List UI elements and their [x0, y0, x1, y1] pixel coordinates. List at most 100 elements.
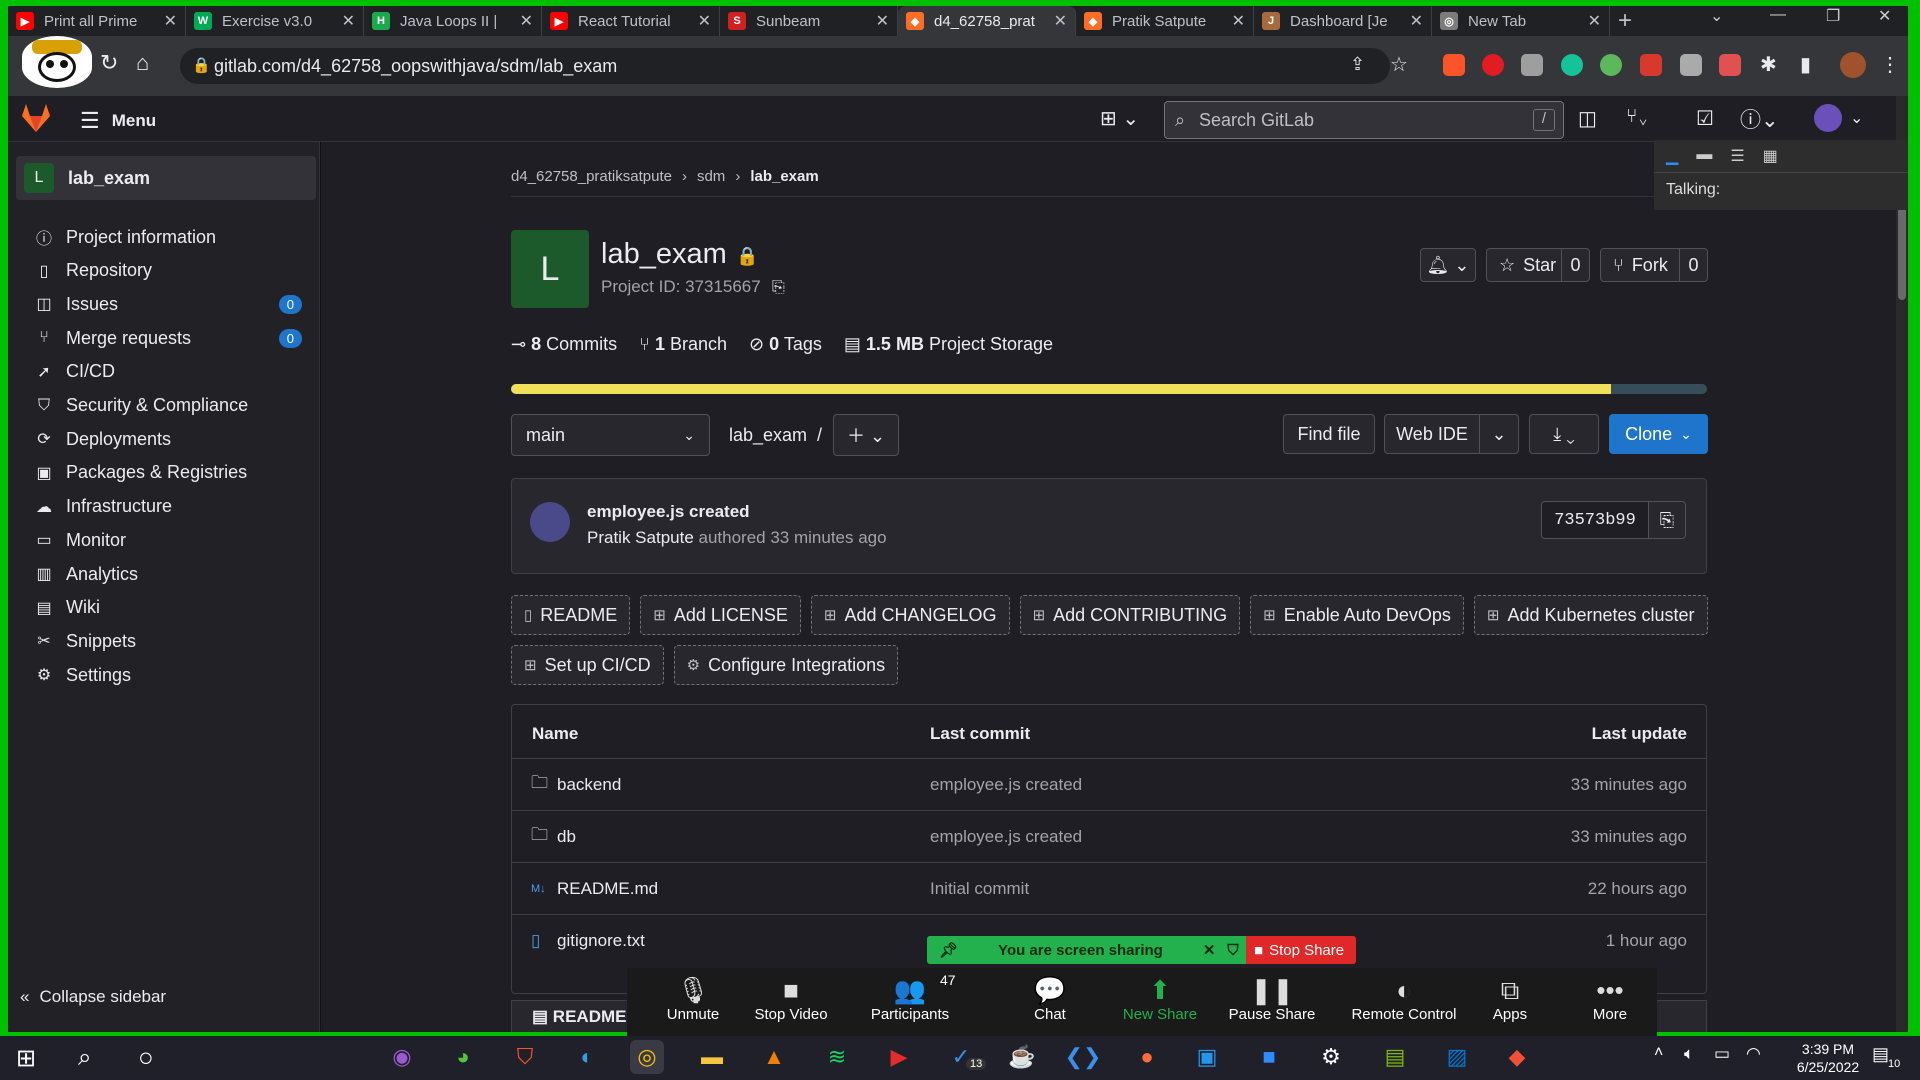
new-tab-button[interactable]: +: [1610, 6, 1640, 36]
taskbar-search-icon[interactable]: ⌕: [78, 1044, 91, 1072]
breadcrumb-group[interactable]: d4_62758_pratiksatpute: [511, 168, 672, 185]
settings-gear-icon[interactable]: ⚙: [1314, 1040, 1348, 1074]
sidebar-item-ci-cd[interactable]: ➚ CI/CD: [16, 353, 316, 391]
tor-icon[interactable]: ◉: [385, 1040, 419, 1074]
breadcrumb-subgroup[interactable]: sdm: [697, 168, 725, 185]
chrome-menu-icon[interactable]: ⋮: [1880, 52, 1900, 77]
windows-start-icon[interactable]: ⊞: [16, 1044, 36, 1073]
browser-tab[interactable]: ▶ React Tutorial ✕: [542, 6, 720, 36]
tab-close-icon[interactable]: ✕: [1232, 11, 1245, 31]
search-input[interactable]: ⌕ Search GitLab /: [1164, 101, 1564, 139]
docker-icon[interactable]: ▣: [1190, 1040, 1224, 1074]
browser-tab[interactable]: W Exercise v3.0 ✕: [186, 6, 364, 36]
commits-stat[interactable]: ⊸ 8 Commits: [511, 334, 617, 355]
quick-action-add-kubernetes-cluster[interactable]: ⊞ Add Kubernetes cluster: [1473, 595, 1708, 635]
postman-icon[interactable]: ●: [1130, 1040, 1164, 1074]
quick-action-add-changelog[interactable]: ⊞ Add CHANGELOG: [810, 595, 1010, 635]
zoom-remote-control-button[interactable]: ◐ Remote Control: [1334, 974, 1474, 1023]
chrome-icon[interactable]: ◎: [630, 1040, 664, 1074]
commit-sha[interactable]: 73573b99: [1541, 501, 1649, 539]
file-last-commit[interactable]: Initial commit: [930, 879, 1029, 899]
web-ide-dropdown[interactable]: ⌄: [1479, 414, 1519, 454]
sidebar-item-infrastructure[interactable]: ☁ Infrastructure: [16, 488, 316, 526]
file-last-commit[interactable]: employee.js created: [930, 827, 1082, 847]
sidebar-project-header[interactable]: L lab_exam: [16, 156, 316, 200]
sidebar-item-snippets[interactable]: ✂ Snippets: [16, 622, 316, 660]
file-name[interactable]: db: [557, 827, 576, 847]
zoom-stop-video-button[interactable]: ■ Stop Video: [741, 974, 841, 1023]
menu-button[interactable]: ☰ Menu: [80, 108, 156, 134]
sidebar-item-settings[interactable]: ⚙ Settings: [16, 656, 316, 694]
extension-box-icon[interactable]: [1680, 54, 1702, 76]
zoom-view-options[interactable]: ▁ ▬ ☰ ▦: [1654, 140, 1908, 172]
tab-close-icon[interactable]: ✕: [1588, 11, 1601, 31]
zoom-new-share-button[interactable]: ⬆ New Share: [1110, 974, 1210, 1023]
profile-avatar[interactable]: [1840, 52, 1866, 78]
storage-stat[interactable]: ▤ 1.5 MB Project Storage: [844, 334, 1053, 355]
zoom-chat-button[interactable]: 💬 Chat: [1000, 974, 1100, 1023]
table-row[interactable]: M↓ README.md Initial commit 22 hours ago: [511, 862, 1707, 914]
zoom-icon[interactable]: ■: [1252, 1040, 1286, 1074]
sidebar-item-deployments[interactable]: ⟳ Deployments: [16, 420, 316, 458]
photos-icon[interactable]: ▨: [1440, 1040, 1474, 1074]
new-item-icon[interactable]: ⊞ ⌄: [1100, 106, 1139, 131]
extension-camera-icon[interactable]: [1719, 54, 1741, 76]
single-view-icon[interactable]: ▬: [1696, 146, 1712, 166]
close-window-button[interactable]: ✕: [1878, 6, 1891, 26]
quick-action-configure-integrations[interactable]: ⚙ Configure Integrations: [673, 645, 899, 685]
todos-icon[interactable]: ☑: [1696, 106, 1714, 131]
table-row[interactable]: 🗀 db employee.js created 33 minutes ago: [511, 810, 1707, 862]
extension-red-icon[interactable]: [1482, 54, 1504, 76]
file-explorer-icon[interactable]: ▬: [695, 1040, 729, 1074]
libreoffice-icon[interactable]: ▤: [1378, 1040, 1412, 1074]
notification-button[interactable]: 🔔︎ ⌄: [1420, 248, 1476, 282]
git-icon[interactable]: ◆: [1500, 1040, 1534, 1074]
web-ide-button[interactable]: Web IDE: [1384, 414, 1480, 454]
extension-globe-icon[interactable]: [1600, 54, 1622, 76]
branch-selector[interactable]: main ⌄: [511, 414, 710, 456]
browser-tab[interactable]: ◆ Pratik Satpute ✕: [1076, 6, 1254, 36]
restore-button[interactable]: ❐: [1826, 6, 1840, 26]
taskbar-clock[interactable]: 3:39 PM 6/25/2022: [1778, 1040, 1878, 1076]
commit-author[interactable]: Pratik Satpute: [587, 528, 694, 547]
edge-dev-icon[interactable]: ◕: [446, 1040, 480, 1074]
browser-tab[interactable]: H Java Loops II | ✕: [364, 6, 542, 36]
home-icon[interactable]: ⌂: [136, 50, 149, 76]
jar-icon[interactable]: ☕: [1005, 1040, 1039, 1074]
zoom-unmute-button[interactable]: 🎙 Unmute: [643, 974, 743, 1023]
sidebar-item-analytics[interactable]: ▥ Analytics: [16, 555, 316, 593]
merge-requests-header-icon[interactable]: ⑂⌄: [1626, 106, 1649, 128]
media-player-icon[interactable]: ▶: [882, 1040, 916, 1074]
browser-tab[interactable]: ◆ d4_62758_prat ✕: [898, 6, 1076, 36]
quick-action-add-license[interactable]: ⊞ Add LICENSE: [640, 595, 801, 635]
gallery-view-icon[interactable]: ▦: [1763, 146, 1778, 166]
quick-action-set-up-ci-cd[interactable]: ⊞ Set up CI/CD: [511, 645, 664, 685]
edge-icon[interactable]: ◐: [570, 1040, 604, 1074]
stop-share-button[interactable]: ■ Stop Share: [1246, 936, 1356, 964]
wifi-icon[interactable]: ◠: [1746, 1044, 1761, 1064]
extension-gray-icon[interactable]: [1521, 54, 1543, 76]
tab-close-icon[interactable]: ✕: [1054, 11, 1067, 31]
file-name[interactable]: gitignore.txt: [557, 931, 645, 951]
reload-icon[interactable]: ↻: [100, 50, 118, 76]
breadcrumb-project[interactable]: lab_exam: [750, 168, 818, 185]
battery-icon[interactable]: ▭: [1714, 1044, 1730, 1064]
extensions-puzzle-icon[interactable]: ✱: [1760, 52, 1777, 77]
brave-icon[interactable]: ⛉: [508, 1040, 542, 1074]
path-root[interactable]: lab_exam: [729, 425, 807, 446]
bookmark-star-icon[interactable]: ☆: [1390, 52, 1408, 77]
grammarly-icon[interactable]: [1561, 54, 1583, 76]
browser-tab[interactable]: ▶ Print all Prime ✕: [8, 6, 186, 36]
notification-center-icon[interactable]: ▤: [1872, 1044, 1889, 1065]
clone-button[interactable]: Clone ⌄: [1609, 414, 1708, 454]
commit-author-avatar[interactable]: [530, 502, 570, 542]
sidepanel-icon[interactable]: ▮: [1800, 52, 1811, 77]
file-name[interactable]: README.md: [557, 879, 658, 899]
download-button[interactable]: ⤓ ⌄: [1529, 414, 1599, 454]
tab-close-icon[interactable]: ✕: [876, 11, 889, 31]
minimize-button[interactable]: —: [1770, 6, 1786, 24]
sidebar-item-project-information[interactable]: ⓘ Project information: [16, 218, 316, 256]
zoom-pause-share-button[interactable]: ❚❚ Pause Share: [1222, 974, 1322, 1023]
url-bar[interactable]: 🔒 gitlab.com/d4_62758_oopswithjava/sdm/l…: [180, 48, 1390, 84]
add-to-tree-button[interactable]: ＋ ⌄: [833, 414, 899, 456]
